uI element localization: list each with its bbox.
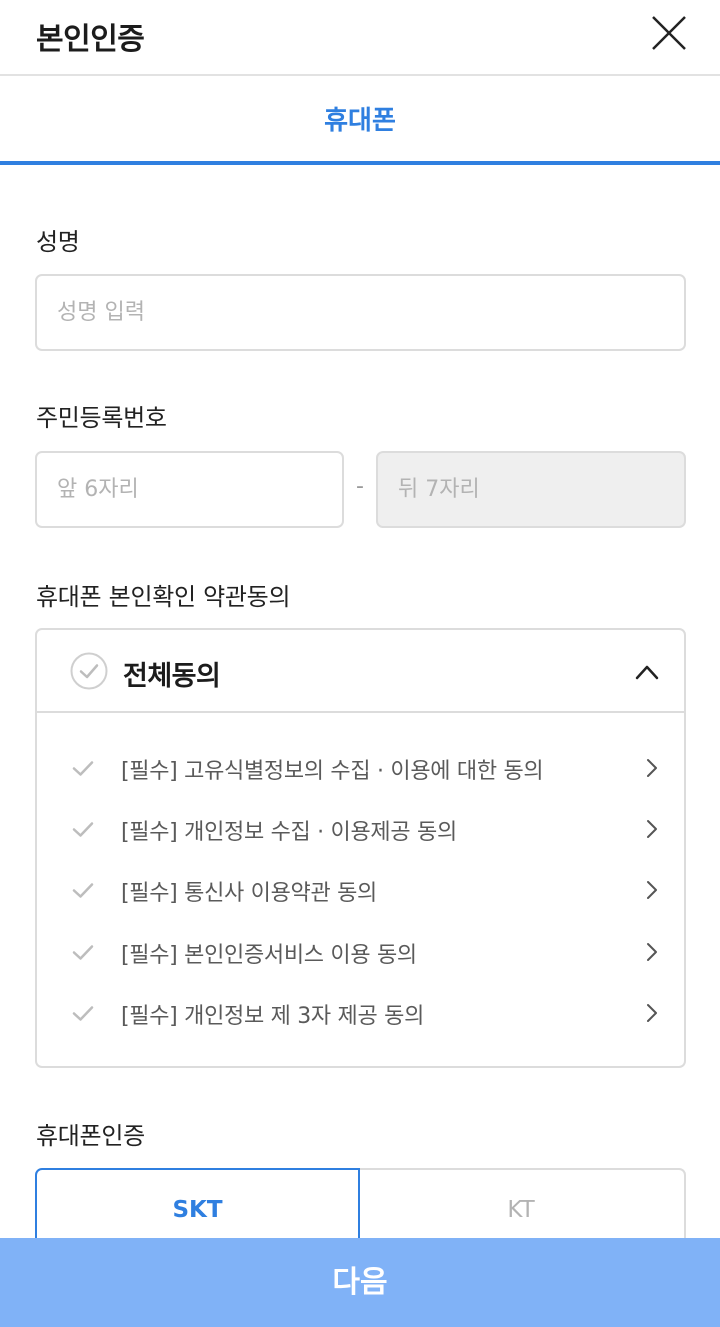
header: 본인인증	[0, 0, 720, 76]
terms-label: 휴대폰 본인확인 약관동의	[36, 583, 291, 611]
carrier-label: 휴대폰인증	[36, 1122, 145, 1150]
term-label: [필수] 고유식별정보의 수집 · 이용에 대한 동의	[121, 759, 544, 784]
name-input[interactable]	[35, 274, 686, 351]
check-icon[interactable]	[71, 1001, 95, 1025]
rrn-label: 주민등록번호	[36, 404, 167, 432]
term-label: [필수] 개인정보 수집 · 이용제공 동의	[121, 820, 457, 845]
chevron-right-icon[interactable]	[645, 818, 659, 840]
term-item-third-party[interactable]: [필수] 개인정보 제 3자 제공 동의	[37, 988, 684, 1038]
close-icon[interactable]	[646, 10, 692, 56]
chevron-right-icon[interactable]	[645, 941, 659, 963]
term-item-carrier[interactable]: [필수] 통신사 이용약관 동의	[37, 865, 684, 915]
all-agree-label: 전체동의	[123, 661, 221, 692]
term-item-auth-service[interactable]: [필수] 본인인증서비스 이용 동의	[37, 927, 684, 977]
check-icon[interactable]	[71, 878, 95, 902]
terms-all-agree-row[interactable]: 전체동의	[37, 630, 684, 713]
page-title: 본인인증	[36, 22, 145, 57]
name-label: 성명	[36, 228, 80, 256]
rrn-front-input[interactable]	[35, 451, 344, 528]
terms-box: 전체동의 [필수] 고유식별정보의 수집 · 이용에 대한 동의 [필수] 개인…	[35, 628, 686, 1068]
term-item-personal-info[interactable]: [필수] 개인정보 수집 · 이용제공 동의	[37, 804, 684, 854]
chevron-right-icon[interactable]	[645, 879, 659, 901]
term-label: [필수] 본인인증서비스 이용 동의	[121, 943, 417, 968]
term-label: [필수] 통신사 이용약관 동의	[121, 881, 377, 906]
check-icon[interactable]	[71, 940, 95, 964]
tab-bar: 휴대폰	[0, 78, 720, 165]
next-button[interactable]: 다음	[0, 1238, 720, 1327]
carrier-skt-button[interactable]: SKT	[35, 1168, 360, 1248]
term-item-unique-id[interactable]: [필수] 고유식별정보의 수집 · 이용에 대한 동의	[37, 743, 684, 793]
term-label: [필수] 개인정보 제 3자 제공 동의	[121, 1004, 425, 1029]
check-icon[interactable]	[71, 756, 95, 780]
chevron-right-icon[interactable]	[645, 757, 659, 779]
check-icon[interactable]	[71, 817, 95, 841]
check-circle-icon[interactable]	[70, 652, 108, 690]
carrier-kt-button[interactable]: KT	[358, 1168, 686, 1248]
rrn-back-input[interactable]	[376, 451, 686, 528]
tab-phone[interactable]: 휴대폰	[0, 78, 720, 161]
rrn-separator: -	[356, 474, 364, 499]
chevron-right-icon[interactable]	[645, 1002, 659, 1024]
chevron-up-icon[interactable]	[633, 658, 661, 686]
